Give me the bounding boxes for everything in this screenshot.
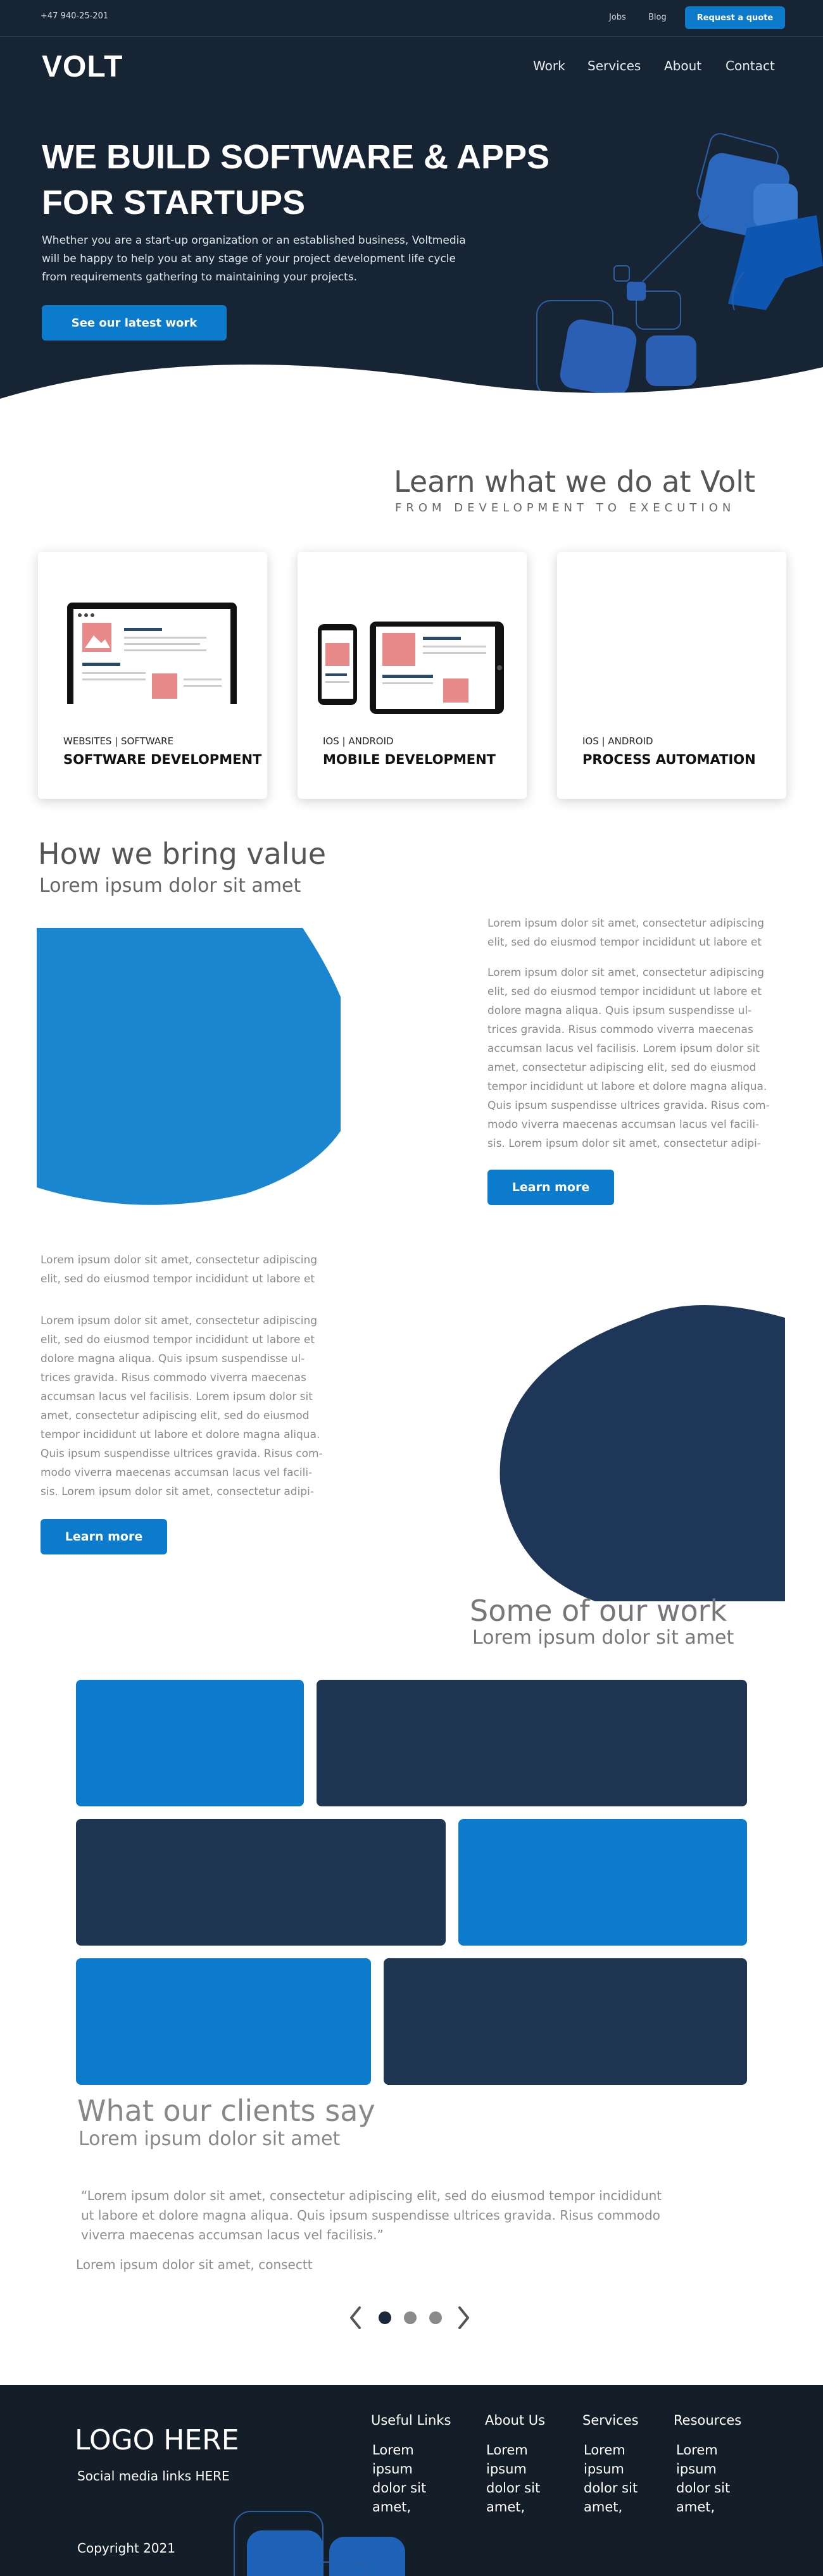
laptop-illustration xyxy=(67,603,237,704)
hero-wave xyxy=(0,365,823,418)
value-title: How we bring value xyxy=(38,837,327,871)
carousel-dot[interactable] xyxy=(429,2311,442,2324)
carousel-dot[interactable] xyxy=(404,2311,417,2324)
text-line: elit, sed do eiusmod tempor incididunt u… xyxy=(487,936,762,949)
chevron-left-icon[interactable] xyxy=(348,2305,363,2330)
testimonials-title: What our clients say xyxy=(77,2094,375,2128)
value-block2-intro: Lorem ipsum dolor sit amet, consectetur … xyxy=(41,1251,338,1289)
text-line: Lorem ipsum dolor sit amet, consectetur … xyxy=(487,917,765,930)
text-line: modo viverra maecenas accumsan lacus vel… xyxy=(487,1118,760,1131)
text-line: amet, consectetur adipiscing elit, sed d… xyxy=(41,1410,310,1422)
card-tag: WEBSITES | SOFTWARE xyxy=(63,735,174,747)
value-subtitle: Lorem ipsum dolor sit amet xyxy=(39,875,301,897)
hero-subtitle-line: Whether you are a start-up organization … xyxy=(42,234,466,247)
value-block1-intro: Lorem ipsum dolor sit amet, consectetur … xyxy=(487,914,785,952)
copyright: Copyright 2021 xyxy=(77,2541,175,2556)
footer: LOGO HERE Social media links HERE Copyri… xyxy=(0,2385,823,2576)
work-title: Some of our work xyxy=(470,1594,727,1628)
card-tag: IOS | ANDROID xyxy=(323,735,394,747)
learn-more-button[interactable]: Learn more xyxy=(487,1170,614,1205)
volt-logo[interactable]: VOLT xyxy=(42,49,123,84)
mobile-devices-illustration xyxy=(318,622,504,714)
testimonial-author: Lorem ipsum dolor sit amet, consectt xyxy=(76,2257,313,2272)
hero-subtitle-line: from requirements gathering to maintaini… xyxy=(42,271,358,284)
work-tile[interactable] xyxy=(76,1819,446,1946)
text-line: viverra maecenas accumsan lacus vel faci… xyxy=(81,2227,384,2242)
footer-heading-services: Services xyxy=(582,2413,639,2428)
service-card-mobile[interactable]: IOS | ANDROID MOBILE DEVELOPMENT xyxy=(298,552,527,799)
value-blob-blue xyxy=(37,928,341,1205)
hero-title-line: WE BUILD SOFTWARE & APPS xyxy=(42,138,550,176)
text-line: elit, sed do eiusmod tempor incididunt u… xyxy=(41,1273,315,1285)
footer-column-text[interactable]: Lorem ipsum dolor sit amet, consecte- xyxy=(486,2441,556,2517)
top-bar: +47 940-25-201 Jobs Blog Request a quote xyxy=(0,0,823,37)
text-line: Lorem ipsum dolor sit amet, consectetur … xyxy=(41,1315,318,1327)
request-quote-button[interactable]: Request a quote xyxy=(685,6,785,29)
hero-title-line: FOR STARTUPS xyxy=(42,184,305,222)
footer-column-text[interactable]: Lorem ipsum dolor sit amet, consecte- xyxy=(676,2441,746,2517)
service-card-software[interactable]: WEBSITES | SOFTWARE SOFTWARE DEVELOPMENT xyxy=(38,552,267,799)
social-media-links[interactable]: Social media links HERE xyxy=(77,2468,230,2484)
work-tile[interactable] xyxy=(317,1680,747,1806)
hero-section: +47 940-25-201 Jobs Blog Request a quote… xyxy=(0,0,823,418)
nav-contact[interactable]: Contact xyxy=(726,58,775,73)
testimonial-quote: “Lorem ipsum dolor sit amet, consectetur… xyxy=(81,2186,752,2245)
value-blob-navy xyxy=(499,1305,785,1601)
text-line: Lorem ipsum dolor sit amet, consectetur … xyxy=(487,966,765,979)
text-line: Lorem ipsum dolor sit amet, consectetur … xyxy=(41,1254,318,1266)
text-line: elit, sed do eiusmod tempor incididunt u… xyxy=(41,1334,315,1346)
work-tile[interactable] xyxy=(384,1958,747,2085)
footer-heading-useful-links: Useful Links xyxy=(371,2413,451,2428)
text-line: dolore magna aliqua. Quis ipsum suspendi… xyxy=(487,1004,752,1017)
card-name: PROCESS AUTOMATION xyxy=(582,752,756,767)
text-line: Quis ipsum suspendisse ultrices gravida.… xyxy=(41,1447,323,1460)
learn-more-button[interactable]: Learn more xyxy=(41,1519,167,1554)
text-line: accumsan lacus vel facilisis. Lorem ipsu… xyxy=(41,1391,313,1403)
text-line: elit, sed do eiusmod tempor incididunt u… xyxy=(487,985,762,998)
value-block1-body: Lorem ipsum dolor sit amet, consectetur … xyxy=(487,963,785,1153)
text-line: tempor incididunt ut labore et dolore ma… xyxy=(41,1429,320,1441)
nav-services[interactable]: Services xyxy=(587,58,641,73)
work-tile[interactable] xyxy=(76,1958,371,2085)
testimonials-subtitle: Lorem ipsum dolor sit amet xyxy=(79,2128,341,2150)
footer-column-text[interactable]: Lorem ipsum dolor sit amet, consecte- xyxy=(584,2441,653,2517)
work-tile[interactable] xyxy=(76,1680,304,1806)
nav-work[interactable]: Work xyxy=(533,58,565,73)
text-line: trices gravida. Risus commodo viverra ma… xyxy=(487,1023,753,1036)
card-name: SOFTWARE DEVELOPMENT xyxy=(63,752,262,767)
blog-link[interactable]: Blog xyxy=(648,13,667,22)
text-line: Quis ipsum suspendisse ultrices gravida.… xyxy=(487,1099,770,1112)
text-line: tempor incididunt ut labore et dolore ma… xyxy=(487,1080,767,1093)
text-line: sis. Lorem ipsum dolor sit amet, consect… xyxy=(487,1137,761,1150)
footer-column-text[interactable]: Lorem ipsum dolor sit amet, consecte- xyxy=(372,2441,442,2517)
hero-title: WE BUILD SOFTWARE & APPS FOR STARTUPS xyxy=(42,134,586,225)
footer-logo[interactable]: LOGO HERE xyxy=(75,2424,239,2456)
text-line: ut labore et dolore magna aliqua. Quis i… xyxy=(81,2208,660,2223)
text-line: sis. Lorem ipsum dolor sit amet, consect… xyxy=(41,1485,314,1498)
carousel-dot-active[interactable] xyxy=(379,2311,391,2324)
work-tile[interactable] xyxy=(458,1819,747,1946)
footer-heading-resources: Resources xyxy=(674,2413,742,2428)
hero-subtitle-line: will be happy to help you at any stage o… xyxy=(42,253,456,265)
hero-subtitle: Whether you are a start-up organization … xyxy=(42,232,498,287)
text-line: accumsan lacus vel facilisis. Lorem ipsu… xyxy=(487,1042,760,1055)
text-line: modo viverra maecenas accumsan lacus vel… xyxy=(41,1466,313,1479)
card-name: MOBILE DEVELOPMENT xyxy=(323,752,496,767)
phone-number: +47 940-25-201 xyxy=(41,11,109,21)
work-subtitle: Lorem ipsum dolor sit amet xyxy=(472,1627,734,1649)
text-line: “Lorem ipsum dolor sit amet, consectetur… xyxy=(81,2188,662,2203)
text-line: amet, consectetur adipiscing elit, sed d… xyxy=(487,1061,757,1074)
service-card-automation[interactable]: IOS | ANDROID PROCESS AUTOMATION xyxy=(557,552,786,799)
services-title: Learn what we do at Volt xyxy=(394,465,756,499)
footer-heading-about-us: About Us xyxy=(485,2413,546,2428)
chevron-right-icon[interactable] xyxy=(456,2305,471,2330)
text-line: dolore magna aliqua. Quis ipsum suspendi… xyxy=(41,1353,305,1365)
nav-about[interactable]: About xyxy=(664,58,701,73)
value-block2-body: Lorem ipsum dolor sit amet, consectetur … xyxy=(41,1311,338,1501)
jobs-link[interactable]: Jobs xyxy=(609,13,626,22)
text-line: trices gravida. Risus commodo viverra ma… xyxy=(41,1372,306,1384)
card-tag: IOS | ANDROID xyxy=(582,735,653,747)
services-subtitle: FROM DEVELOPMENT TO EXECUTION xyxy=(395,501,736,515)
